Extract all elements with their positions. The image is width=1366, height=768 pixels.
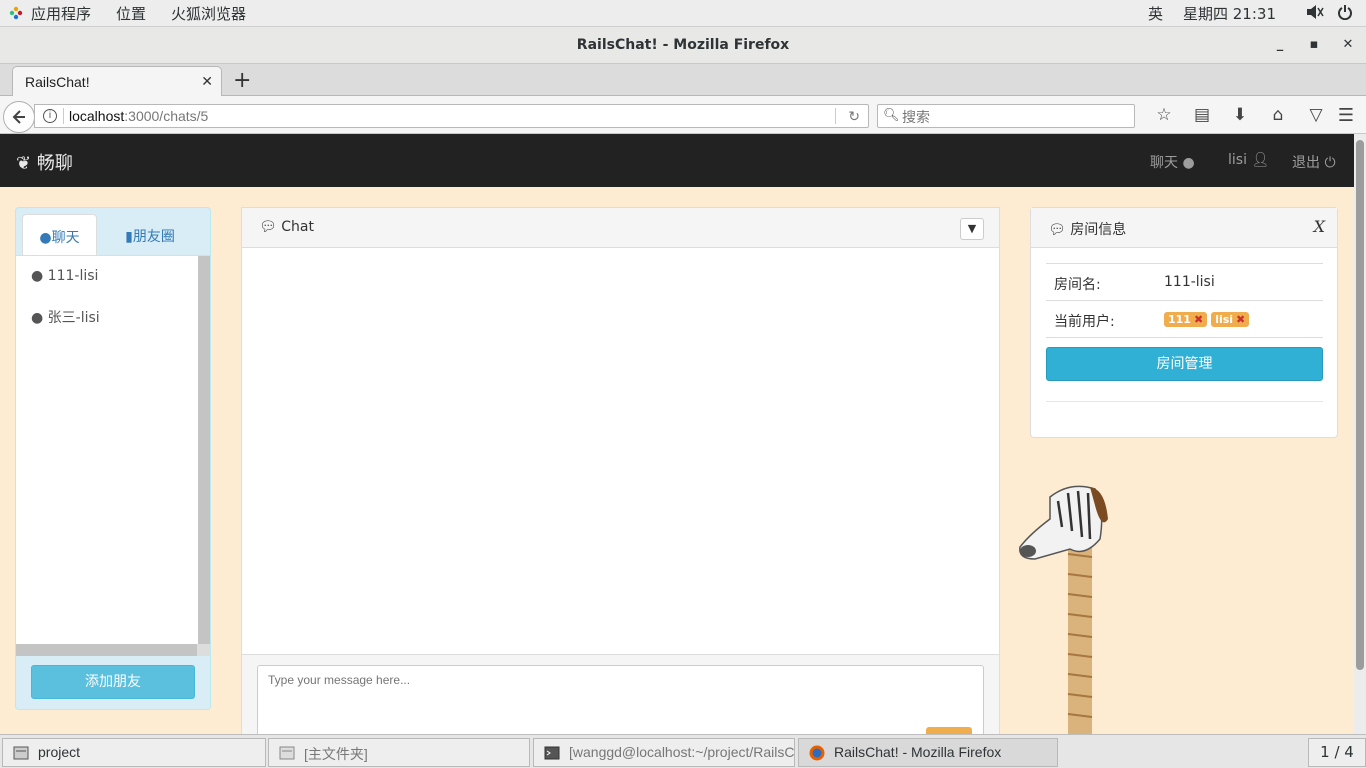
friend-item[interactable]: ● 111-lisi [31, 268, 98, 284]
reading-list-icon[interactable]: ▤ [1183, 105, 1221, 125]
browser-tab-bar: RailsChat! ✕ + [0, 64, 1366, 97]
leaf-icon: ❦ [16, 153, 32, 174]
url-separator [63, 108, 64, 124]
url-bar[interactable]: i localhost:3000/chats/5 ↻ [34, 104, 869, 128]
pocket-icon[interactable]: ▽ [1297, 105, 1335, 125]
table-row: 当前用户: 111 ✖ lisi ✖ [1046, 301, 1323, 338]
reload-icon[interactable]: ↻ [848, 108, 860, 125]
reload-separator [835, 108, 836, 124]
menu-hamburger-icon[interactable]: ☰ [1338, 105, 1354, 126]
user-badge: lisi ✖ [1211, 312, 1250, 327]
tab-title: RailsChat! [25, 74, 90, 90]
file-manager-icon [279, 746, 295, 760]
home-icon[interactable]: ⌂ [1259, 105, 1297, 125]
power-icon: ⏻ [1324, 155, 1336, 171]
friends-panel: ●聊天 ▮朋友圈 ● 111-lisi ● 张三-lisi 添加朋友 [15, 207, 211, 710]
firefox-menu[interactable]: 火狐浏览器 [171, 3, 246, 24]
apps-icon [9, 6, 23, 20]
terminal-icon [544, 746, 560, 760]
room-name-label: 房间名: [1054, 277, 1101, 293]
applications-menu[interactable]: 应用程序 [31, 3, 91, 24]
chevron-down-icon[interactable]: ▼ [960, 218, 984, 240]
page-scrollbar-thumb[interactable] [1356, 140, 1364, 670]
nav-user-link[interactable]: lisi 👤︎ [1228, 152, 1269, 168]
user-badge: 111 ✖ [1164, 312, 1208, 327]
close-room-panel-button[interactable]: X [1314, 217, 1325, 236]
chat-footer [242, 654, 999, 734]
add-friend-button[interactable]: 添加朋友 [31, 665, 195, 699]
friend-list-scrollbar[interactable] [198, 256, 210, 656]
comments-icon: 💬︎ [259, 219, 277, 235]
tab-chat[interactable]: ●聊天 [22, 214, 97, 256]
friend-list-hscrollbar[interactable] [16, 644, 210, 656]
taskbar-item-home-folder[interactable]: [主文件夹] [268, 738, 530, 767]
room-info-header: 💬︎ 房间信息 X [1031, 208, 1337, 248]
message-input[interactable] [257, 665, 984, 734]
divider [1046, 401, 1323, 402]
room-info-title: 💬︎ 房间信息 [1048, 222, 1127, 238]
tab-railschat[interactable]: RailsChat! ✕ [12, 66, 222, 97]
search-icon: 🔍︎ [883, 108, 900, 123]
site-info-icon[interactable]: i [43, 109, 57, 123]
chat-header: 💬︎ Chat ▼ [242, 208, 999, 248]
wechat-icon: ● [31, 310, 44, 326]
browser-nav-bar: i localhost:3000/chats/5 ↻ 🔍︎ 搜索 ☆ ▤ ⬇ ⌂… [0, 96, 1366, 134]
bookmark-star-icon[interactable]: ☆ [1145, 105, 1183, 125]
friend-list: ● 111-lisi ● 张三-lisi [16, 255, 210, 656]
room-info-panel: 💬︎ 房间信息 X 房间名: 111-lisi 当前用户: 111 ✖ lisi ✖ … [1030, 207, 1338, 438]
send-button[interactable] [926, 727, 972, 734]
remove-user-icon[interactable]: ✖ [1236, 313, 1245, 326]
wechat-icon: ● [39, 230, 52, 246]
taskbar: project [主文件夹] [wanggd@localhost:~/proje… [0, 734, 1366, 768]
workspace-indicator[interactable]: 1 / 4 [1308, 738, 1366, 767]
url-text[interactable]: localhost:3000/chats/5 [69, 108, 208, 124]
maximize-icon[interactable]: ▪ [1306, 37, 1322, 52]
volume-icon[interactable] [1306, 4, 1324, 24]
brand[interactable]: ❦ 畅聊 [16, 149, 73, 175]
system-top-bar: 应用程序 位置 火狐浏览器 英 星期四 21:31 [0, 0, 1366, 27]
current-users: 111 ✖ lisi ✖ [1164, 311, 1253, 327]
minimize-icon[interactable]: _ [1272, 37, 1288, 52]
page-content: ❦ 畅聊 聊天 ● lisi 👤︎ 退出 ⏻ ●聊天 ▮朋友圈 ● 111-li… [0, 134, 1354, 734]
new-tab-icon[interactable]: + [233, 68, 251, 93]
taskbar-item-firefox[interactable]: RailsChat! - Mozilla Firefox [798, 738, 1058, 767]
room-name-value: 111-lisi [1164, 274, 1215, 290]
wechat-icon: ● [31, 268, 44, 284]
search-input[interactable]: 🔍︎ 搜索 [877, 104, 1135, 128]
table-row: 房间名: 111-lisi [1046, 264, 1323, 301]
window-title: RailsChat! - Mozilla Firefox [576, 37, 790, 53]
chat-panel: 💬︎ Chat ▼ [241, 207, 1000, 734]
input-method-indicator[interactable]: 英 [1148, 3, 1163, 24]
back-arrow-icon [12, 110, 25, 124]
tab-moments[interactable]: ▮朋友圈 [100, 214, 200, 256]
current-users-label: 当前用户: [1054, 314, 1115, 330]
power-icon[interactable] [1338, 4, 1352, 24]
room-info-table: 房间名: 111-lisi 当前用户: 111 ✖ lisi ✖ [1046, 263, 1323, 338]
clock[interactable]: 星期四 21:31 [1183, 3, 1276, 24]
taskbar-item-project[interactable]: project [2, 738, 266, 767]
book-icon: ▮ [125, 229, 133, 245]
download-icon[interactable]: ⬇ [1221, 105, 1259, 125]
places-menu[interactable]: 位置 [116, 3, 146, 24]
wechat-icon: ● [1182, 155, 1195, 171]
page-scrollbar[interactable] [1354, 134, 1366, 734]
friend-item[interactable]: ● 张三-lisi [31, 307, 100, 327]
back-button[interactable] [3, 101, 35, 133]
taskbar-item-terminal[interactable]: [wanggd@localhost:~/project/RailsC... [533, 738, 795, 767]
remove-user-icon[interactable]: ✖ [1194, 313, 1203, 326]
close-window-icon[interactable]: ✕ [1340, 37, 1356, 52]
app-navbar: ❦ 畅聊 聊天 ● lisi 👤︎ 退出 ⏻ [0, 134, 1354, 187]
file-manager-icon [13, 746, 29, 760]
nav-logout-link[interactable]: 退出 ⏻ [1292, 152, 1336, 172]
room-manage-button[interactable]: 房间管理 [1046, 347, 1323, 381]
firefox-icon [809, 745, 825, 761]
search-placeholder: 搜索 [902, 110, 930, 126]
comments-icon: 💬︎ [1048, 222, 1066, 238]
window-title-bar: RailsChat! - Mozilla Firefox _ ▪ ✕ [0, 27, 1366, 64]
user-icon: 👤︎ [1251, 152, 1270, 168]
chat-title: 💬︎ Chat [259, 219, 314, 235]
zebra-giraffe-illustration [1019, 485, 1108, 734]
tab-close-icon[interactable]: ✕ [201, 73, 213, 90]
nav-chat-link[interactable]: 聊天 ● [1150, 152, 1195, 172]
